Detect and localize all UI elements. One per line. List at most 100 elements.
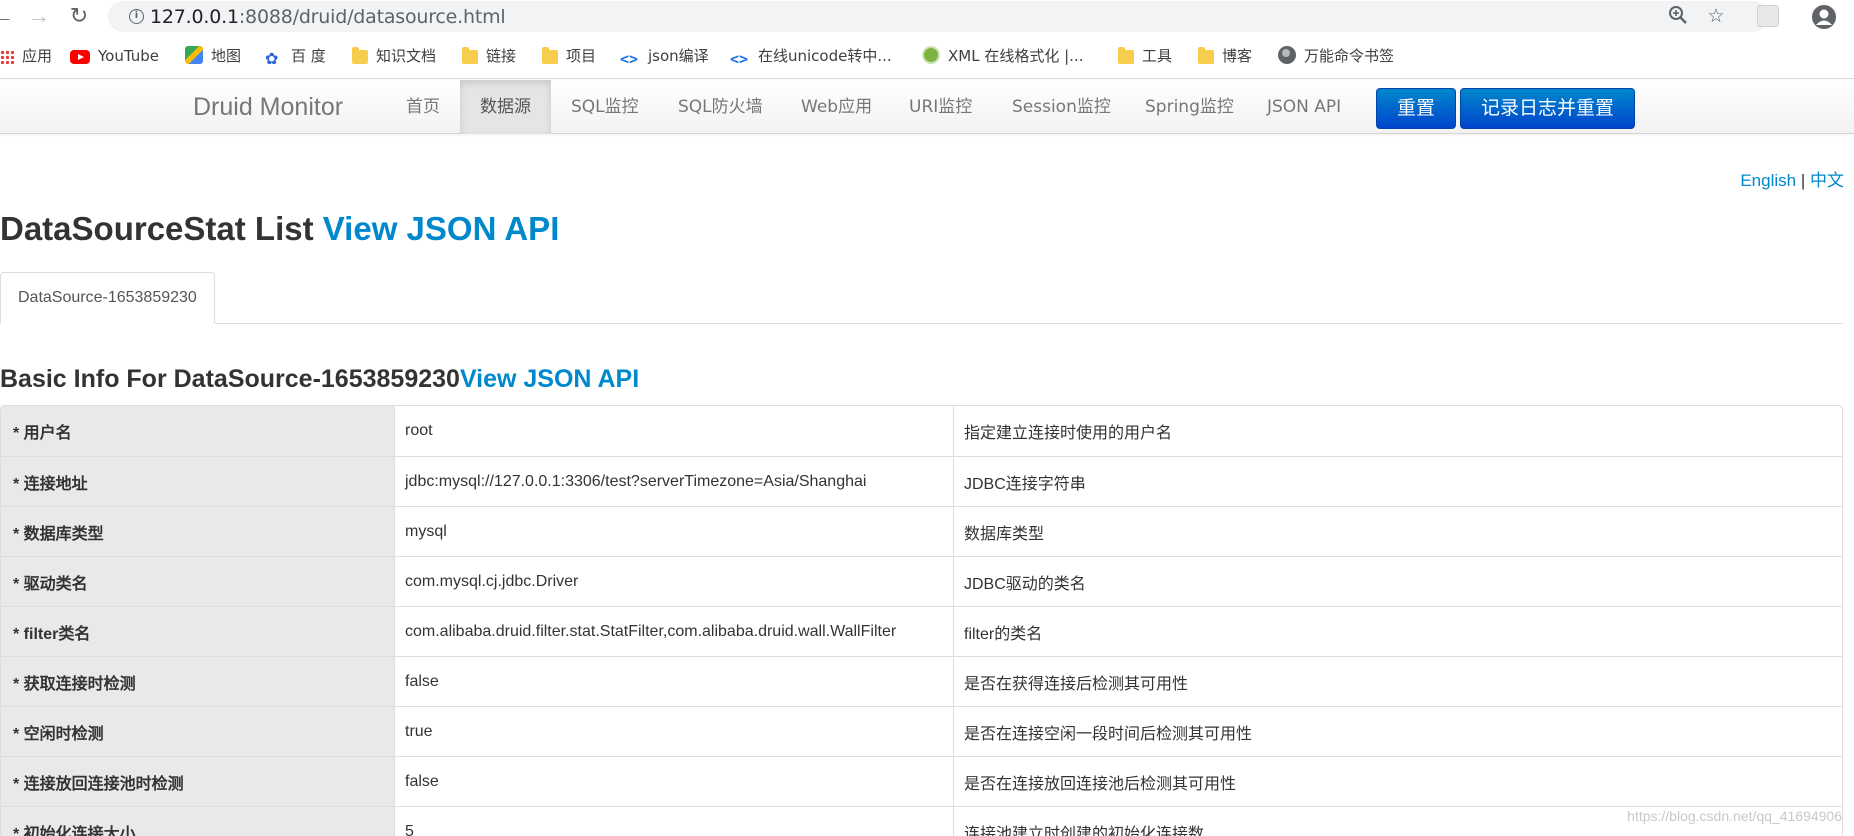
nav-datasource[interactable]: 数据源	[460, 80, 551, 134]
url-path: :8088/druid/datasource.html	[238, 6, 506, 28]
url-text[interactable]: 127.0.0.1:8088/druid/datasource.html	[150, 6, 506, 28]
row-value: mysql	[394, 506, 953, 556]
bookmark-maps[interactable]: 地图	[185, 45, 241, 67]
bookmark-commands[interactable]: 万能命令书签	[1278, 45, 1394, 67]
xml-icon	[922, 46, 940, 64]
lang-chinese-link[interactable]: 中文	[1810, 171, 1844, 190]
datasource-tabs: DataSource-1653859230	[0, 272, 1843, 324]
section-title-text: Basic Info For DataSource-1653859230	[0, 365, 460, 393]
row-key: * 连接地址	[1, 456, 394, 506]
browser-toolbar: ← → ↻ i 127.0.0.1:8088/druid/datasource.…	[0, 0, 1854, 33]
folder-icon	[352, 47, 368, 64]
bookmark-json[interactable]: <> json编译	[620, 45, 709, 67]
view-json-api-link[interactable]: View JSON API	[323, 210, 560, 247]
section-view-json-api-link[interactable]: View JSON API	[460, 365, 639, 393]
reload-icon[interactable]: ↻	[66, 3, 92, 29]
row-key: * 数据库类型	[1, 506, 394, 556]
site-info-icon[interactable]: i	[129, 9, 144, 24]
row-value: 5	[394, 806, 953, 836]
baidu-paw-icon: ✿	[265, 49, 279, 68]
extension-icon[interactable]	[1757, 5, 1779, 27]
row-value: com.mysql.cj.jdbc.Driver	[394, 556, 953, 606]
bookmark-xml[interactable]: XML 在线格式化 |...	[922, 45, 1083, 67]
code-icon: <>	[730, 50, 749, 68]
bookmark-label: json编译	[648, 47, 709, 65]
nav-home[interactable]: 首页	[386, 80, 460, 134]
forward-arrow-icon[interactable]: →	[26, 3, 52, 29]
row-value: jdbc:mysql://127.0.0.1:3306/test?serverT…	[394, 456, 953, 506]
row-value: false	[394, 656, 953, 706]
row-key: * filter类名	[1, 606, 394, 656]
nav-session-monitor[interactable]: Session监控	[992, 80, 1131, 134]
nav-uri-monitor[interactable]: URI监控	[889, 80, 992, 134]
row-key: * 连接放回连接池时检测	[1, 756, 394, 806]
folder-icon	[1198, 47, 1214, 64]
nav-sql-monitor[interactable]: SQL监控	[551, 80, 659, 134]
folder-icon	[542, 47, 558, 64]
nav-json-api[interactable]: JSON API	[1247, 80, 1361, 134]
folder-icon	[1118, 47, 1134, 64]
row-key: * 用户名	[1, 406, 394, 456]
code-icon: <>	[620, 50, 639, 68]
nav-spring-monitor[interactable]: Spring监控	[1125, 80, 1254, 134]
tab-datasource[interactable]: DataSource-1653859230	[0, 272, 215, 324]
bookmark-label: YouTube	[98, 47, 159, 65]
bookmark-label: 百 度	[291, 47, 326, 65]
bookmark-baidu[interactable]: ✿ 百 度	[265, 45, 326, 68]
bookmark-folder-projects[interactable]: 项目	[542, 45, 596, 67]
row-key: * 获取连接时检测	[1, 656, 394, 706]
row-description: filter的类名	[953, 606, 1842, 656]
reset-button[interactable]: 重置	[1376, 88, 1457, 129]
bookmark-label: 知识文档	[376, 47, 437, 65]
druid-navbar: Druid Monitor 首页 数据源 SQL监控 SQL防火墙 Web应用 …	[0, 80, 1854, 134]
brand-title[interactable]: Druid Monitor	[193, 92, 343, 122]
section-title: Basic Info For DataSource-1653859230View…	[0, 364, 639, 394]
log-and-reset-button[interactable]: 记录日志并重置	[1460, 88, 1636, 129]
bookmark-label: 博客	[1222, 47, 1253, 65]
row-description: 数据库类型	[953, 506, 1842, 556]
apps-grid-icon	[0, 50, 14, 64]
table-row: * 空闲时检测 true 是否在连接空闲一段时间后检测其可用性	[1, 706, 1842, 756]
table-row: * 连接放回连接池时检测 false 是否在连接放回连接池后检测其可用性	[1, 756, 1842, 806]
bookmark-label: 工具	[1142, 47, 1173, 65]
row-description: 是否在连接放回连接池后检测其可用性	[953, 756, 1842, 806]
page-title: DataSourceStat List View JSON API	[0, 209, 559, 249]
globe-icon	[1278, 46, 1296, 64]
row-key: * 空闲时检测	[1, 706, 394, 756]
table-row: * 初始化连接大小 5 连接池建立时创建的初始化连接数	[1, 806, 1842, 836]
address-bar[interactable]: i 127.0.0.1:8088/druid/datasource.html ☆	[108, 1, 1768, 32]
row-key: * 初始化连接大小	[1, 806, 394, 836]
bookmark-folder-tools[interactable]: 工具	[1118, 45, 1172, 67]
lang-separator: |	[1800, 171, 1806, 190]
zoom-icon[interactable]	[1666, 5, 1690, 29]
basic-info-table: * 用户名 root 指定建立连接时使用的用户名 * 连接地址 jdbc:mys…	[0, 405, 1843, 836]
profile-avatar-icon[interactable]	[1810, 3, 1838, 31]
bookmark-label: 项目	[566, 47, 597, 65]
csdn-watermark: https://blog.csdn.net/qq_41694906	[1627, 808, 1842, 824]
bookmark-folder-blog[interactable]: 博客	[1198, 45, 1252, 67]
row-value: true	[394, 706, 953, 756]
bookmark-youtube[interactable]: YouTube	[70, 45, 159, 67]
row-key: * 驱动类名	[1, 556, 394, 606]
nav-web-app[interactable]: Web应用	[781, 80, 892, 134]
bookmark-label: 万能命令书签	[1304, 47, 1395, 65]
star-bookmark-icon[interactable]: ☆	[1704, 5, 1728, 29]
page-title-text: DataSourceStat List	[0, 210, 314, 247]
bookmark-apps[interactable]: 应用	[0, 45, 52, 67]
bookmark-unicode[interactable]: <> 在线unicode转中...	[730, 45, 892, 67]
table-row: * filter类名 com.alibaba.druid.filter.stat…	[1, 606, 1842, 656]
nav-sql-firewall[interactable]: SQL防火墙	[658, 80, 783, 134]
bookmark-folder-docs[interactable]: 知识文档	[352, 45, 436, 67]
bookmark-folder-links[interactable]: 链接	[462, 45, 516, 67]
bookmark-label: 应用	[22, 47, 53, 65]
row-description: JDBC连接字符串	[953, 456, 1842, 506]
table-row: * 连接地址 jdbc:mysql://127.0.0.1:3306/test?…	[1, 456, 1842, 506]
table-row: * 用户名 root 指定建立连接时使用的用户名	[1, 406, 1842, 456]
bookmark-label: 链接	[486, 47, 517, 65]
folder-icon	[462, 47, 478, 64]
bookmark-label: 地图	[211, 47, 242, 65]
lang-english-link[interactable]: English	[1740, 171, 1796, 190]
table-row: * 数据库类型 mysql 数据库类型	[1, 506, 1842, 556]
back-arrow-icon[interactable]: ←	[0, 3, 16, 29]
url-host: 127.0.0.1	[150, 6, 239, 28]
